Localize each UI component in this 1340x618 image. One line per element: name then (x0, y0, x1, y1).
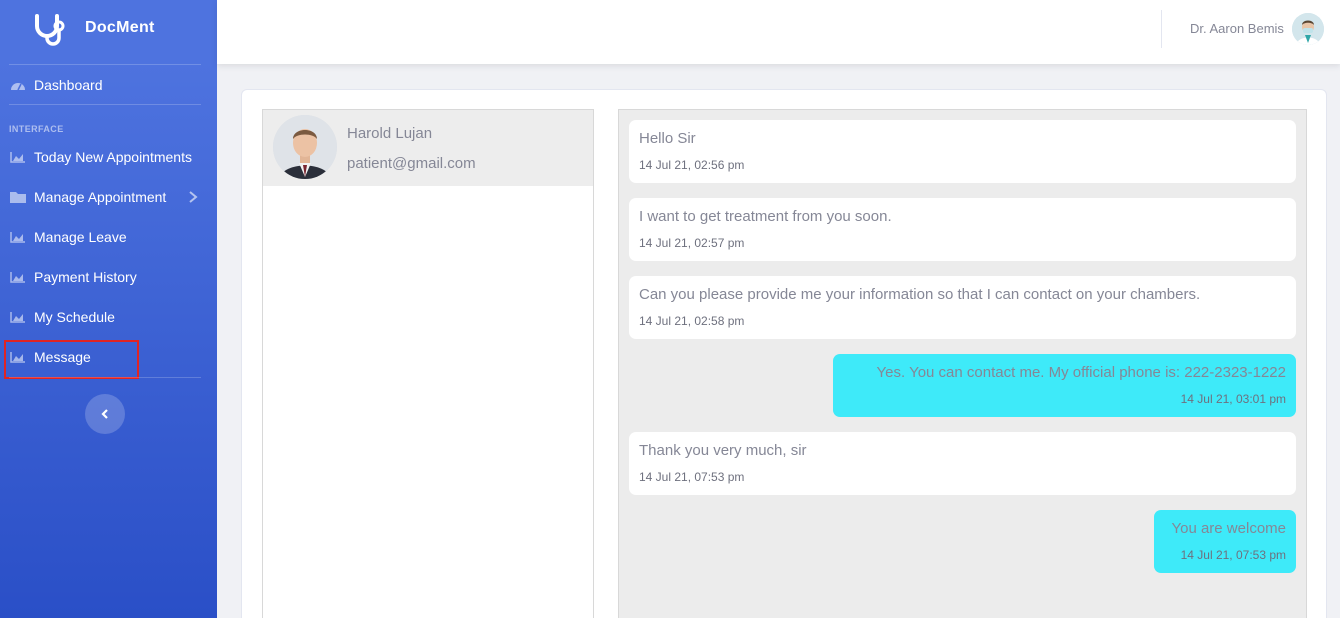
chevron-right-icon (189, 191, 198, 203)
chart-area-icon (9, 310, 27, 324)
sidebar-item-my-schedule[interactable]: My Schedule (9, 302, 209, 332)
tachometer-icon (9, 78, 27, 92)
message-bubble-incoming: I want to get treatment from you soon. 1… (629, 198, 1296, 261)
sidebar-item-payment-history[interactable]: Payment History (9, 262, 209, 292)
message-text: Thank you very much, sir (639, 442, 807, 459)
message-text: Can you please provide me your informati… (639, 286, 1201, 303)
message-bubble-outgoing: Yes. You can contact me. My official pho… (833, 354, 1296, 417)
sidebar-item-label: Manage Leave (34, 229, 127, 245)
folder-icon (9, 190, 27, 204)
sidebar-item-label: My Schedule (34, 309, 115, 325)
chart-area-icon (9, 150, 27, 164)
message-bubble-incoming: Hello Sir 14 Jul 21, 02:56 pm (629, 120, 1296, 183)
sidebar-item-today-new-appointments[interactable]: Today New Appointments (9, 142, 209, 172)
message-text: Hello Sir (639, 130, 696, 147)
message-timestamp: 14 Jul 21, 07:53 pm (639, 470, 745, 484)
sidebar-item-manage-leave[interactable]: Manage Leave (9, 222, 209, 252)
message-bubble-outgoing: You are welcome 14 Jul 21, 07:53 pm (1154, 510, 1296, 573)
topbar: Dr. Aaron Bemis (217, 0, 1340, 64)
highlight-box (4, 340, 139, 379)
chevron-left-icon (101, 409, 108, 419)
sidebar-item-manage-appointment[interactable]: Manage Appointment (9, 182, 209, 212)
avatar[interactable] (1292, 13, 1324, 45)
message-text: Yes. You can contact me. My official pho… (876, 364, 1286, 381)
message-timestamp: 14 Jul 21, 07:53 pm (1180, 548, 1286, 562)
brand-name: DocMent (85, 19, 155, 36)
message-text: You are welcome (1171, 520, 1286, 537)
message-timestamp: 14 Jul 21, 02:56 pm (639, 158, 745, 172)
message-timestamp: 14 Jul 21, 03:01 pm (1180, 392, 1286, 406)
chart-area-icon (9, 230, 27, 244)
contact-item[interactable]: Harold Lujan patient@gmail.com (263, 110, 593, 186)
contacts-panel: Harold Lujan patient@gmail.com (262, 109, 594, 618)
sidebar-section-heading: INTERFACE (9, 124, 64, 134)
sidebar-toggle-button[interactable] (85, 394, 125, 434)
contact-email: patient@gmail.com (347, 155, 476, 172)
sidebar-divider (9, 64, 201, 65)
user-name[interactable]: Dr. Aaron Bemis (1190, 21, 1284, 36)
sidebar-item-dashboard[interactable]: Dashboard (9, 70, 209, 100)
sidebar: DocMent Dashboard INTERFACE Today New Ap… (0, 0, 217, 618)
message-timestamp: 14 Jul 21, 02:58 pm (639, 314, 745, 328)
sidebar-item-label: Manage Appointment (34, 189, 167, 205)
chart-area-icon (9, 270, 27, 284)
contact-name: Harold Lujan (347, 125, 433, 142)
message-timestamp: 14 Jul 21, 02:57 pm (639, 236, 745, 250)
sidebar-item-label: Payment History (34, 269, 137, 285)
stethoscope-icon (35, 14, 65, 46)
chat-panel: Hello Sir 14 Jul 21, 02:56 pm I want to … (618, 109, 1307, 618)
sidebar-divider (9, 104, 201, 105)
sidebar-divider (9, 377, 201, 378)
sidebar-item-label: Today New Appointments (34, 149, 192, 165)
sidebar-item-label: Dashboard (34, 77, 103, 93)
brand[interactable]: DocMent (0, 0, 217, 58)
topbar-divider (1161, 10, 1162, 48)
message-text: I want to get treatment from you soon. (639, 208, 892, 225)
message-bubble-incoming: Thank you very much, sir 14 Jul 21, 07:5… (629, 432, 1296, 495)
contact-avatar (273, 115, 337, 179)
message-bubble-incoming: Can you please provide me your informati… (629, 276, 1296, 339)
